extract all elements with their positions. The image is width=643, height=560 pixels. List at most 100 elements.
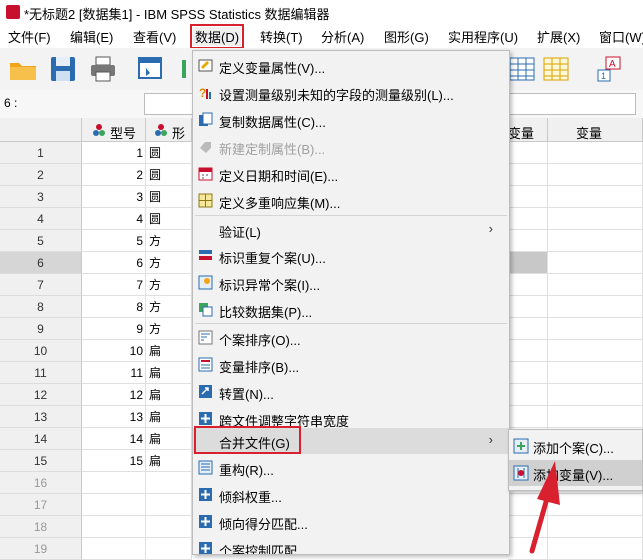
cell-var2[interactable] (548, 318, 643, 340)
menu-item-define-dates[interactable]: 定义日期和时间(E)... (193, 161, 509, 187)
cell-model[interactable]: 9 (82, 318, 146, 340)
cell-model[interactable]: 14 (82, 428, 146, 450)
save-icon[interactable] (48, 54, 78, 84)
row-header[interactable]: 9 (0, 318, 82, 340)
cell-shape[interactable]: 圆 (146, 186, 192, 208)
cell-var2[interactable] (548, 362, 643, 384)
cell-shape[interactable]: 圆 (146, 208, 192, 230)
column-header-shape[interactable]: 形 (146, 118, 192, 142)
cell-shape[interactable]: 扁 (146, 450, 192, 472)
cell-var1[interactable] (508, 142, 548, 164)
cell-var2[interactable] (548, 186, 643, 208)
cell-model[interactable]: 5 (82, 230, 146, 252)
cell-var1[interactable] (508, 296, 548, 318)
cell-model[interactable]: 8 (82, 296, 146, 318)
cell-shape[interactable]: 方 (146, 274, 192, 296)
cell-model[interactable]: 15 (82, 450, 146, 472)
split-file-icon[interactable] (507, 54, 537, 84)
cell-var2[interactable] (548, 230, 643, 252)
cell-model[interactable]: 6 (82, 252, 146, 274)
menu-item-sort-cases[interactable]: 个案排序(O)... (193, 325, 509, 351)
cell-var2[interactable] (548, 296, 643, 318)
cell-shape[interactable] (146, 516, 192, 538)
row-header[interactable]: 6 (0, 252, 82, 274)
value-labels-icon[interactable]: A1 (594, 54, 624, 84)
cell-var1[interactable] (508, 252, 548, 274)
menu-edit[interactable]: 编辑(E) (68, 27, 115, 46)
menu-item-transpose[interactable]: 转置(N)... (193, 379, 509, 405)
menu-graphs[interactable]: 图形(G) (382, 27, 431, 46)
cell-model[interactable]: 13 (82, 406, 146, 428)
cell-var1[interactable] (508, 164, 548, 186)
cell-var2[interactable] (548, 274, 643, 296)
cell-shape[interactable] (146, 538, 192, 560)
cell-shape[interactable] (146, 472, 192, 494)
column-header-var1[interactable]: 变量 (508, 118, 548, 142)
cell-var2[interactable] (548, 208, 643, 230)
menu-item-set-measurement-level[interactable]: ? 设置测量级别未知的字段的测量级别(L)... (193, 80, 509, 106)
print-icon[interactable] (88, 54, 118, 84)
cell-shape[interactable]: 方 (146, 252, 192, 274)
dialog-recall-icon[interactable] (136, 54, 166, 84)
cell-model[interactable] (82, 494, 146, 516)
cell-shape[interactable]: 扁 (146, 406, 192, 428)
cell-shape[interactable]: 扁 (146, 384, 192, 406)
select-cases-icon[interactable] (541, 54, 571, 84)
cell-shape[interactable]: 扁 (146, 362, 192, 384)
row-header[interactable]: 2 (0, 164, 82, 186)
cell-var1[interactable] (508, 186, 548, 208)
menu-item-sort-variables[interactable]: 变量排序(B)... (193, 352, 509, 378)
row-header[interactable]: 15 (0, 450, 82, 472)
menu-item-case-control-matching[interactable]: 个案控制匹配 (193, 536, 509, 554)
cell-var2[interactable] (548, 164, 643, 186)
cell-var1[interactable] (508, 230, 548, 252)
row-header[interactable]: 7 (0, 274, 82, 296)
row-header[interactable]: 19 (0, 538, 82, 560)
menu-item-compare-datasets[interactable]: 比较数据集(P)... (193, 297, 509, 323)
menu-window[interactable]: 窗口(W) (597, 27, 643, 46)
menu-item-restructure[interactable]: 重构(R)... (193, 455, 509, 481)
cell-model[interactable]: 7 (82, 274, 146, 296)
row-header[interactable]: 1 (0, 142, 82, 164)
cell-model[interactable]: 12 (82, 384, 146, 406)
row-header[interactable]: 8 (0, 296, 82, 318)
menu-item-copy-data-properties[interactable]: 复制数据属性(C)... (193, 107, 509, 133)
cell-var2[interactable] (548, 384, 643, 406)
cell-shape[interactable] (146, 494, 192, 516)
cell-model[interactable]: 10 (82, 340, 146, 362)
cell-var2[interactable] (548, 252, 643, 274)
cell-var2[interactable] (548, 142, 643, 164)
menu-view[interactable]: 查看(V) (131, 27, 178, 46)
cell-var1[interactable] (508, 384, 548, 406)
row-header[interactable]: 12 (0, 384, 82, 406)
cell-var1[interactable] (508, 318, 548, 340)
menu-item-define-variable-properties[interactable]: 定义变量属性(V)... (193, 53, 509, 79)
cell-model[interactable]: 11 (82, 362, 146, 384)
menu-analyze[interactable]: 分析(A) (319, 27, 366, 46)
column-header-model[interactable]: 型号 (82, 118, 146, 142)
row-header[interactable]: 16 (0, 472, 82, 494)
menu-item-propensity-score-matching[interactable]: 倾向得分匹配... (193, 509, 509, 535)
cell-shape[interactable]: 方 (146, 296, 192, 318)
cell-var1[interactable] (508, 362, 548, 384)
column-header-var2[interactable]: 变量 (548, 118, 643, 142)
cell-model[interactable] (82, 472, 146, 494)
row-header[interactable]: 4 (0, 208, 82, 230)
menu-item-identify-unusual-cases[interactable]: 标识异常个案(I)... (193, 270, 509, 296)
cell-model[interactable]: 3 (82, 186, 146, 208)
menu-utilities[interactable]: 实用程序(U) (446, 27, 520, 46)
cell-var2[interactable] (548, 406, 643, 428)
row-header[interactable]: 14 (0, 428, 82, 450)
row-header[interactable]: 18 (0, 516, 82, 538)
menu-file[interactable]: 文件(F) (6, 27, 53, 46)
cell-model[interactable]: 4 (82, 208, 146, 230)
menu-extensions[interactable]: 扩展(X) (535, 27, 582, 46)
row-header[interactable]: 13 (0, 406, 82, 428)
cell-var1[interactable] (508, 274, 548, 296)
cell-var1[interactable] (508, 406, 548, 428)
menu-item-rake-weights[interactable]: 倾斜权重... (193, 482, 509, 508)
row-header[interactable]: 11 (0, 362, 82, 384)
cell-var1[interactable] (508, 208, 548, 230)
row-header[interactable]: 17 (0, 494, 82, 516)
menu-item-define-multiple-response[interactable]: 定义多重响应集(M)... (193, 188, 509, 214)
